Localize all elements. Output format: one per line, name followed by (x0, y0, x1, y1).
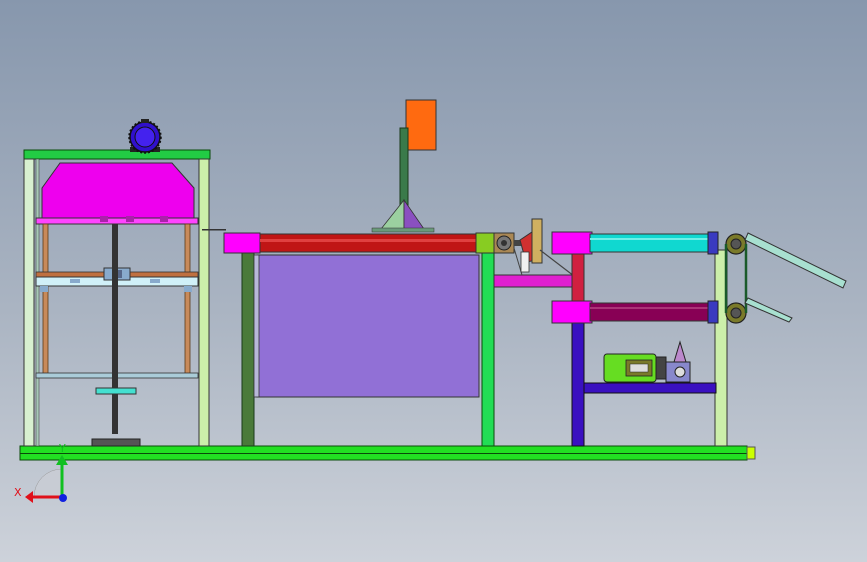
upper-belt (589, 233, 715, 253)
mixer-motor (128, 119, 162, 154)
conveyor-right-leg (481, 252, 495, 447)
stirring-shaft (112, 224, 118, 434)
lower-chute (744, 297, 793, 323)
guide-rod-left (42, 223, 49, 375)
tower-top-plate (23, 149, 211, 160)
tower-right-post (198, 158, 210, 447)
mixer-hood (41, 162, 195, 219)
stirring-paddle (95, 387, 137, 395)
guide-rod-right (184, 223, 191, 375)
main-belt (259, 233, 477, 253)
motor-shelf (583, 382, 717, 394)
cutter-mast (371, 99, 437, 233)
tower-left-post (23, 158, 35, 447)
z-axis-dot (59, 494, 67, 502)
lower-end-block (551, 300, 593, 324)
conveyor-left-leg (241, 252, 255, 447)
y-axis-label: Y (58, 442, 66, 455)
left-end-block (223, 232, 261, 254)
right-unit-purple-post (571, 319, 585, 447)
upper-chute (744, 232, 847, 289)
right-unit-red-post (571, 252, 585, 304)
drive-box (475, 232, 495, 254)
lower-belt (589, 302, 715, 322)
x-axis-label: X (14, 486, 22, 499)
upper-end-block (551, 231, 593, 255)
cad-viewport: X Y (14, 99, 847, 503)
right-conveyor-unit (551, 231, 847, 447)
central-conveyor (202, 99, 521, 447)
base-rail (19, 445, 756, 461)
collection-tank (256, 254, 480, 398)
mixer-tower (23, 119, 211, 447)
gear-motor (603, 340, 691, 383)
